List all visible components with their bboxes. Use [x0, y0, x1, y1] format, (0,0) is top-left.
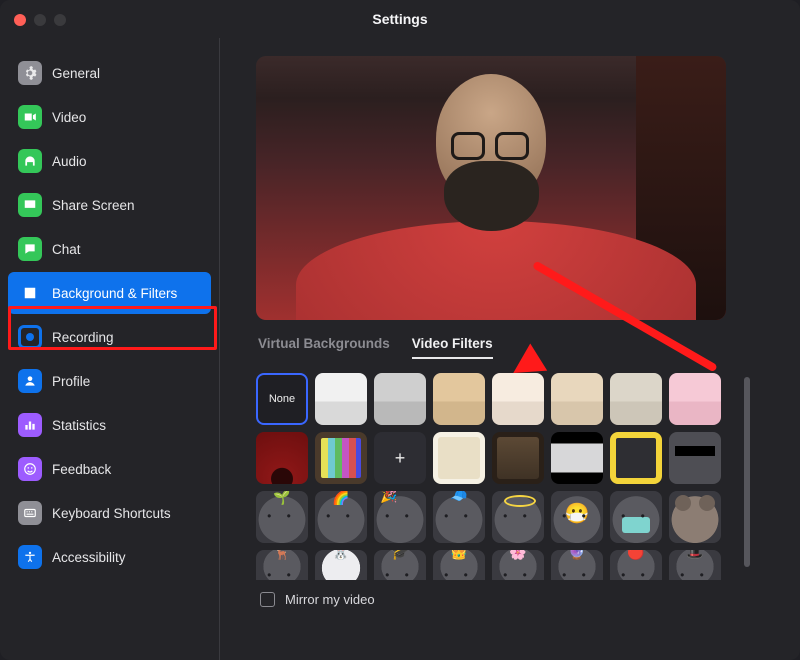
- sidebar-item-general[interactable]: General: [8, 52, 211, 94]
- headphones-icon: [18, 149, 42, 173]
- video-camera-icon: [18, 105, 42, 129]
- filter-tile[interactable]: [610, 550, 662, 580]
- filter-tile[interactable]: [551, 373, 603, 425]
- sidebar-item-accessibility[interactable]: Accessibility: [8, 536, 211, 578]
- filter-tile[interactable]: [551, 432, 603, 484]
- filter-tile[interactable]: [492, 491, 544, 543]
- filter-tile[interactable]: [315, 373, 367, 425]
- filter-tile[interactable]: [256, 491, 308, 543]
- filter-none-label: None: [269, 393, 295, 405]
- filter-tile[interactable]: [433, 491, 485, 543]
- sidebar-item-feedback[interactable]: Feedback: [8, 448, 211, 490]
- titlebar: Settings: [0, 0, 800, 38]
- mirror-video-label: Mirror my video: [285, 592, 375, 607]
- smiley-icon: [18, 457, 42, 481]
- window-minimize-button[interactable]: [34, 14, 46, 26]
- mirror-video-option[interactable]: Mirror my video: [260, 592, 772, 607]
- accessibility-icon: [18, 545, 42, 569]
- filter-tile[interactable]: [433, 432, 485, 484]
- chat-bubble-icon: [18, 237, 42, 261]
- filter-tile[interactable]: [433, 373, 485, 425]
- sidebar-item-label: Feedback: [52, 462, 111, 477]
- filter-tile[interactable]: [551, 491, 603, 543]
- gear-icon: [18, 61, 42, 85]
- settings-window: Settings General Video Audio Share Scree…: [0, 0, 800, 660]
- filter-tile[interactable]: [256, 550, 308, 580]
- settings-sidebar: General Video Audio Share Screen Chat Ba…: [0, 38, 220, 660]
- sidebar-item-background-filters[interactable]: Background & Filters: [8, 272, 211, 314]
- sidebar-item-label: Statistics: [52, 418, 106, 433]
- sidebar-item-label: Keyboard Shortcuts: [52, 506, 171, 521]
- filter-tile[interactable]: [315, 550, 367, 580]
- filter-tile[interactable]: [374, 373, 426, 425]
- filter-tile[interactable]: [315, 491, 367, 543]
- bar-chart-icon: [18, 413, 42, 437]
- sidebar-item-label: Background & Filters: [52, 286, 177, 301]
- sidebar-item-label: Audio: [52, 154, 87, 169]
- sidebar-item-label: Share Screen: [52, 198, 135, 213]
- video-preview: [256, 56, 726, 320]
- window-zoom-button[interactable]: [54, 14, 66, 26]
- filter-tile[interactable]: [610, 373, 662, 425]
- keyboard-icon: [18, 501, 42, 525]
- sidebar-item-share-screen[interactable]: Share Screen: [8, 184, 211, 226]
- filter-tile[interactable]: [433, 550, 485, 580]
- filter-tile[interactable]: [669, 550, 721, 580]
- filter-tile[interactable]: [492, 550, 544, 580]
- filter-tile[interactable]: [551, 550, 603, 580]
- share-screen-icon: [18, 193, 42, 217]
- sidebar-item-chat[interactable]: Chat: [8, 228, 211, 270]
- window-title: Settings: [372, 11, 427, 27]
- filter-tile[interactable]: [492, 432, 544, 484]
- sidebar-item-profile[interactable]: Profile: [8, 360, 211, 402]
- sidebar-item-recording[interactable]: Recording: [8, 316, 211, 358]
- sidebar-item-label: Recording: [52, 330, 114, 345]
- sidebar-item-statistics[interactable]: Statistics: [8, 404, 211, 446]
- window-close-button[interactable]: [14, 14, 26, 26]
- video-filter-grid: None: [256, 373, 726, 580]
- filter-none[interactable]: None: [256, 373, 308, 425]
- sidebar-item-label: Accessibility: [52, 550, 126, 565]
- filter-tile[interactable]: [669, 373, 721, 425]
- tab-virtual-backgrounds[interactable]: Virtual Backgrounds: [258, 336, 390, 359]
- sidebar-item-label: Video: [52, 110, 86, 125]
- filter-tile[interactable]: [315, 432, 367, 484]
- sidebar-item-keyboard-shortcuts[interactable]: Keyboard Shortcuts: [8, 492, 211, 534]
- filter-tile[interactable]: [374, 491, 426, 543]
- mirror-video-checkbox[interactable]: [260, 592, 275, 607]
- person-background-icon: [18, 281, 42, 305]
- sidebar-item-label: Chat: [52, 242, 81, 257]
- tab-video-filters[interactable]: Video Filters: [412, 336, 493, 359]
- filter-tile[interactable]: [256, 432, 308, 484]
- sidebar-item-audio[interactable]: Audio: [8, 140, 211, 182]
- filters-scrollbar[interactable]: [744, 377, 750, 567]
- filter-tile[interactable]: [669, 491, 721, 543]
- person-icon: [18, 369, 42, 393]
- settings-panel-background-filters: Virtual Backgrounds Video Filters None: [220, 38, 800, 660]
- filter-tile[interactable]: [610, 491, 662, 543]
- filter-tile[interactable]: [669, 432, 721, 484]
- filter-tile[interactable]: [374, 432, 426, 484]
- sidebar-item-video[interactable]: Video: [8, 96, 211, 138]
- filter-tile[interactable]: [610, 432, 662, 484]
- sidebar-item-label: Profile: [52, 374, 90, 389]
- sidebar-item-label: General: [52, 66, 100, 81]
- recording-icon: [18, 325, 42, 349]
- filter-tile[interactable]: [374, 550, 426, 580]
